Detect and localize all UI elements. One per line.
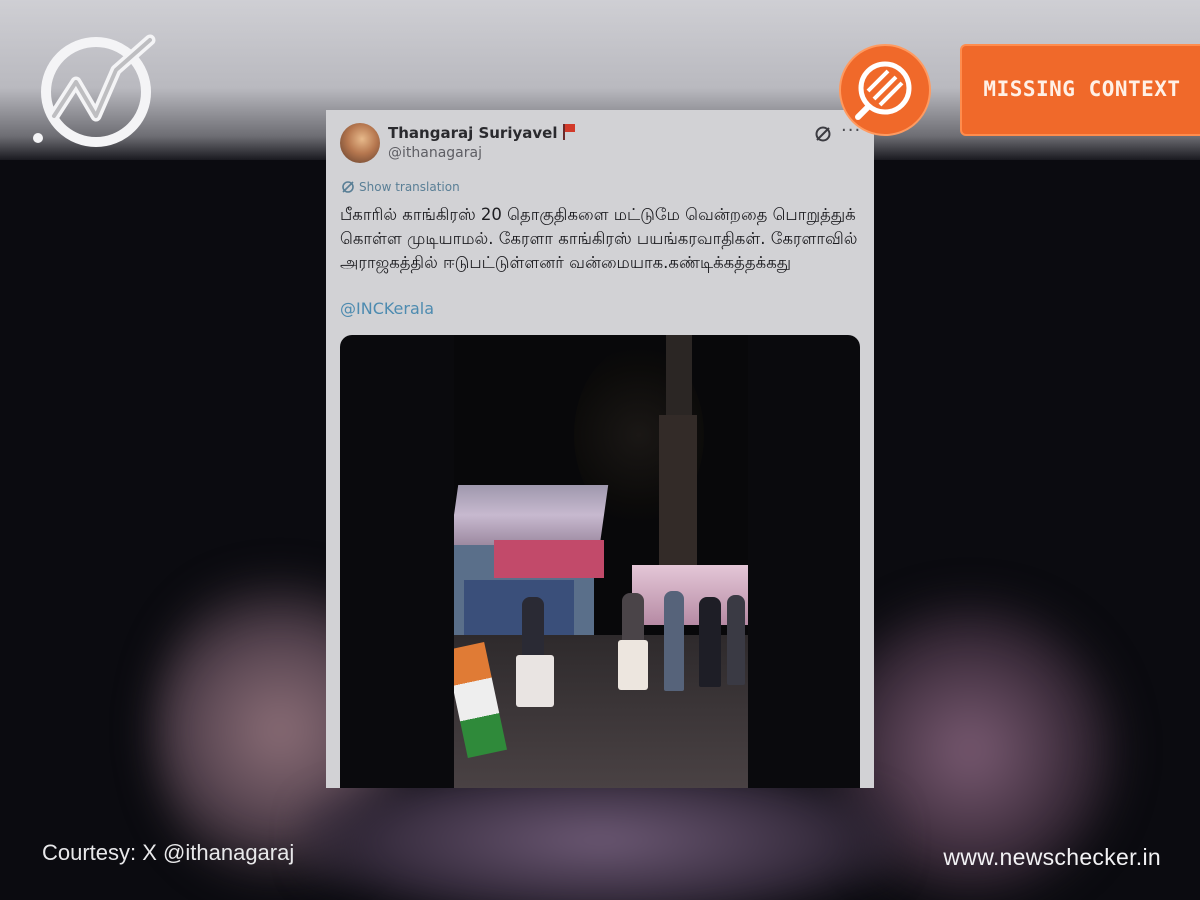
tweet-text: பீகாரில் காங்கிரஸ் 20 தொகுதிகளை மட்டுமே … — [340, 205, 858, 272]
rating-banner: MISSING CONTEXT — [960, 44, 1200, 136]
author-handle[interactable]: @ithanagaraj — [388, 145, 482, 161]
video-frame — [454, 335, 748, 788]
person — [664, 591, 684, 691]
author-name[interactable]: Thangaraj Suriyavel — [388, 124, 577, 142]
shop-front — [464, 580, 574, 635]
newschecker-logo-icon — [33, 34, 156, 147]
grok-icon[interactable] — [813, 124, 833, 144]
rating-label: MISSING CONTEXT — [983, 77, 1181, 101]
video-player[interactable] — [340, 335, 860, 788]
avatar[interactable] — [340, 123, 380, 163]
tweet-card: Thangaraj Suriyavel @ithanagaraj ··· Sho… — [326, 110, 874, 788]
shop-roof — [454, 485, 609, 545]
courtesy-credit: Courtesy: X @ithanagaraj — [42, 840, 295, 865]
person-dhoti — [618, 640, 648, 690]
person — [699, 597, 721, 687]
mention-link[interactable]: @INCKerala — [340, 299, 434, 318]
site-url: www.newschecker.in — [943, 844, 1161, 870]
person — [522, 597, 544, 657]
show-translation-label[interactable]: Show translation — [359, 180, 460, 194]
author-name-text[interactable]: Thangaraj Suriyavel — [388, 124, 557, 142]
show-translation-link[interactable]: Show translation — [341, 180, 460, 194]
person-dhoti — [516, 655, 554, 707]
translate-icon — [342, 181, 354, 193]
shop-sign — [494, 540, 604, 578]
tower-base — [659, 415, 697, 565]
magnifier-badge-icon — [839, 44, 931, 136]
flag-icon — [563, 124, 577, 140]
person — [727, 595, 745, 685]
